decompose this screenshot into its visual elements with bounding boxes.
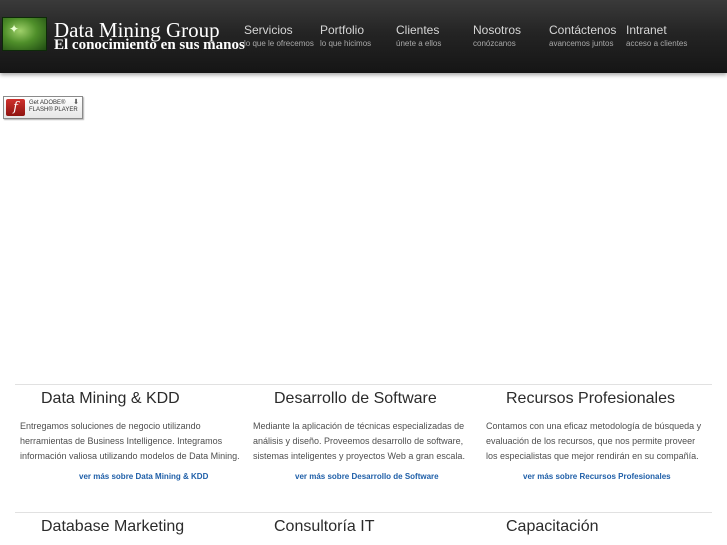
nav-item-nosotros[interactable]: Nosotros conózcanos bbox=[473, 22, 521, 50]
feature-title-database-marketing: Database Marketing bbox=[41, 518, 185, 535]
feature-title-data-mining: Data Mining & KDD bbox=[41, 390, 180, 407]
feature-title-recursos: Recursos Profesionales bbox=[506, 390, 675, 407]
site-header: ✦ Data Mining Group El conocimiento en s… bbox=[0, 0, 727, 73]
feature-title-consultoria: Consultoría IT bbox=[274, 518, 375, 535]
section-divider bbox=[15, 384, 712, 385]
flash-player-icon: f bbox=[6, 99, 25, 116]
nav-label: Clientes bbox=[396, 23, 440, 37]
nav-label: Nosotros bbox=[473, 23, 522, 37]
grass-logo-icon[interactable]: ✦ bbox=[2, 17, 47, 51]
nav-label: Servicios bbox=[244, 23, 293, 37]
nav-item-intranet[interactable]: Intranet acceso a clientes bbox=[626, 22, 687, 50]
flash-badge-line2: FLASH® PLAYER bbox=[29, 107, 78, 113]
feature-desc-recursos: Contamos con una eficaz metodología de b… bbox=[486, 421, 702, 461]
nav-sublabel: únete a ellos bbox=[396, 39, 442, 48]
nav-label: Contáctenos bbox=[549, 23, 617, 37]
nav-item-contactenos[interactable]: Contáctenos avancemos juntos bbox=[549, 22, 616, 50]
feature-link-software[interactable]: ver más sobre Desarrollo de Software bbox=[295, 471, 439, 483]
nav-item-servicios[interactable]: Servicios lo que le ofrecemos bbox=[244, 22, 314, 50]
feature-title-capacitacion: Capacitación bbox=[506, 518, 599, 535]
nav-sublabel: conózcanos bbox=[473, 39, 516, 48]
download-arrow-icon: ⬇ bbox=[73, 99, 79, 106]
nav-sublabel: lo que hicimos bbox=[320, 39, 372, 48]
nav-label: Intranet bbox=[626, 23, 667, 37]
nav-sublabel: lo que le ofrecemos bbox=[244, 39, 314, 48]
nav-sublabel: acceso a clientes bbox=[626, 39, 688, 48]
feature-desc-software: Mediante la aplicación de técnicas espec… bbox=[253, 421, 465, 461]
flash-badge-line1: Get ADOBE® bbox=[29, 100, 66, 106]
section-divider bbox=[15, 512, 712, 513]
feature-title-software: Desarrollo de Software bbox=[274, 390, 437, 407]
nav-label: Portfolio bbox=[320, 23, 365, 37]
nav-item-portfolio[interactable]: Portfolio lo que hicimos bbox=[320, 22, 371, 50]
feature-desc-data-mining: Entregamos soluciones de negocio utiliza… bbox=[20, 421, 240, 461]
get-flash-player-button[interactable]: f Get ADOBE® FLASH® PLAYER ⬇ bbox=[3, 96, 83, 119]
nav-sublabel: avancemos juntos bbox=[549, 39, 614, 48]
site-tagline: El conocimiento en sus manos bbox=[54, 37, 245, 53]
nav-item-clientes[interactable]: Clientes únete a ellos bbox=[396, 22, 441, 50]
feature-link-data-mining[interactable]: ver más sobre Data Mining & KDD bbox=[79, 471, 208, 483]
feature-link-recursos[interactable]: ver más sobre Recursos Profesionales bbox=[523, 471, 671, 483]
